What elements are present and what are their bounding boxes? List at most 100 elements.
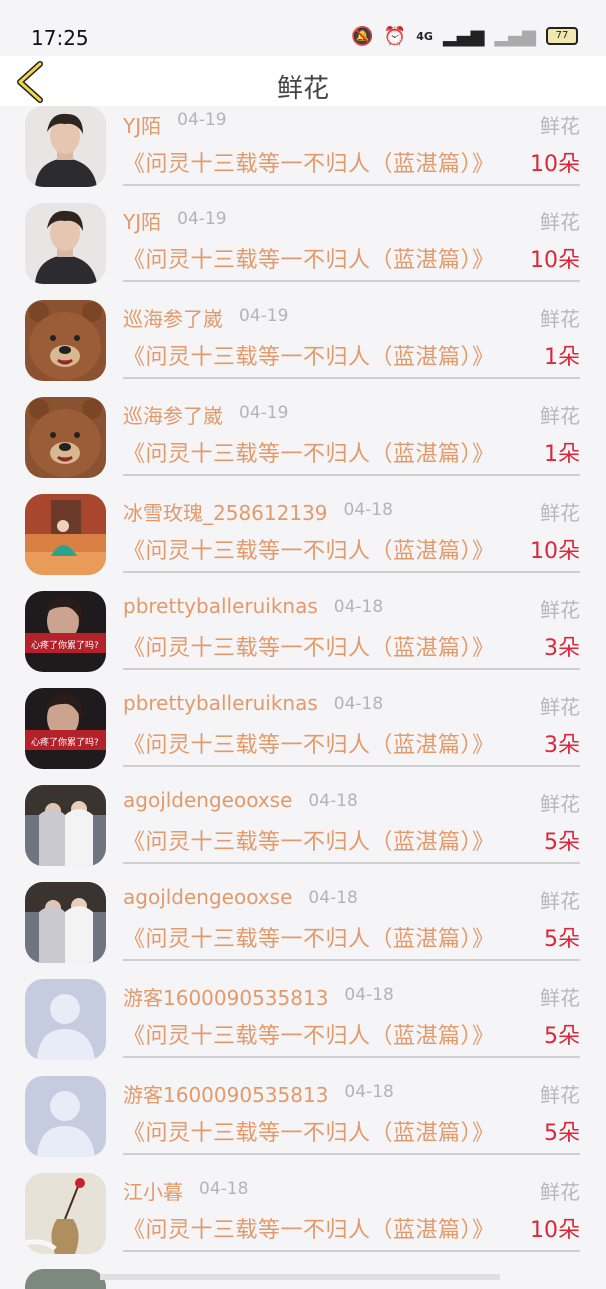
- list-item[interactable]: agojldengeooxse 04-18 鲜花 《问灵十三载等一不归人（蓝湛篇）》 5…: [0, 775, 606, 872]
- divider: [123, 959, 580, 961]
- gift-type: 鲜花: [540, 404, 580, 428]
- book-title[interactable]: 《问灵十三载等一不归人（蓝湛篇）》: [123, 1212, 495, 1244]
- avatar[interactable]: [25, 300, 106, 381]
- gift-date: 04-18: [344, 985, 394, 1005]
- gift-date: 04-18: [343, 500, 393, 520]
- avatar[interactable]: 心疼了你累了吗?: [25, 688, 106, 769]
- book-title[interactable]: 《问灵十三载等一不归人（蓝湛篇）》: [123, 824, 495, 856]
- list-item[interactable]: 江小暮 04-18 鲜花《问灵十三载等一不归人（蓝湛篇）》 10朵: [0, 1163, 606, 1260]
- divider: [123, 280, 580, 282]
- network-label: 4G: [416, 30, 433, 43]
- user-name[interactable]: 巡海参了崴: [123, 400, 223, 429]
- user-name[interactable]: 巡海参了崴: [123, 303, 223, 332]
- book-title[interactable]: 《问灵十三载等一不归人（蓝湛篇）》: [123, 921, 495, 953]
- user-name[interactable]: 冰雪玫瑰_258612139: [123, 497, 328, 526]
- avatar[interactable]: [25, 1076, 106, 1157]
- list-item[interactable]: agojldengeooxse 04-18 鲜花《问灵十三载等一不归人（蓝湛篇）》 5…: [0, 872, 606, 969]
- user-name[interactable]: YJ陌: [123, 206, 161, 235]
- user-name[interactable]: agojldengeooxse: [123, 788, 292, 812]
- book-title[interactable]: 《问灵十三载等一不归人（蓝湛篇）》: [123, 1115, 495, 1147]
- user-name[interactable]: 江小暮: [123, 1176, 183, 1205]
- gift-date: 04-18: [333, 694, 384, 714]
- flower-count: 5朵: [544, 927, 580, 952]
- book-title[interactable]: 《问灵十三载等一不归人（蓝湛篇）》: [123, 436, 495, 468]
- divider: [123, 184, 580, 186]
- page-title: 鲜花: [276, 74, 329, 104]
- divider: [123, 668, 580, 670]
- gift-date: 04-18: [199, 1179, 249, 1199]
- gift-type: 鲜花: [540, 307, 580, 331]
- avatar[interactable]: [25, 494, 106, 575]
- alarm-icon: ⏰: [383, 26, 407, 47]
- book-title[interactable]: 《问灵十三载等一不归人（蓝湛篇）》: [123, 533, 495, 565]
- list-item[interactable]: 心疼了你累了吗? pbrettyballeruiknas 04-18 鲜花《问灵十三载…: [0, 678, 606, 775]
- signal-weak-icon: ▂▄▆: [494, 26, 536, 47]
- user-name[interactable]: agojldengeooxse: [123, 885, 292, 909]
- gift-date: 04-19: [239, 306, 289, 326]
- flower-count: 5朵: [544, 1024, 580, 1049]
- book-title[interactable]: 《问灵十三载等一不归人（蓝湛篇）》: [123, 1018, 495, 1050]
- flower-count: 1朵: [544, 442, 580, 467]
- divider: [123, 765, 580, 767]
- avatar[interactable]: [25, 1173, 106, 1254]
- book-title[interactable]: 《问灵十三载等一不归人（蓝湛篇）》: [123, 242, 495, 274]
- flower-count: 5朵: [544, 830, 580, 855]
- divider: [123, 571, 580, 573]
- battery-icon: 77: [546, 26, 578, 45]
- user-name[interactable]: YJ陌: [123, 110, 161, 139]
- gift-type: 鲜花: [540, 695, 580, 719]
- gift-type: 鲜花: [540, 986, 580, 1010]
- avatar[interactable]: [25, 785, 106, 866]
- list-item[interactable]: YJ陌 04-19 鲜花 《问灵十三载等一不归人（蓝湛篇）》 10朵: [0, 106, 606, 193]
- user-name[interactable]: 游客1600090535813: [123, 982, 328, 1011]
- user-name[interactable]: 游客1600090535813: [123, 1079, 328, 1108]
- gift-type: 鲜花: [540, 1083, 580, 1107]
- list-item-avatar-partial: [25, 1269, 106, 1289]
- flower-count: 1朵: [544, 345, 580, 370]
- gift-date: 04-19: [177, 209, 227, 229]
- mute-bell-icon: 🔕: [351, 26, 374, 47]
- avatar[interactable]: [25, 882, 106, 963]
- flower-count: 10朵: [530, 539, 580, 564]
- divider: [123, 1153, 580, 1155]
- gift-date: 04-18: [344, 1082, 394, 1102]
- flower-count: 10朵: [530, 1218, 580, 1243]
- gift-type: 鲜花: [540, 889, 580, 913]
- svg-text:心疼了你累了吗?: 心疼了你累了吗?: [31, 736, 99, 748]
- gift-date: 04-18: [308, 888, 358, 908]
- status-time: 17:25: [31, 26, 89, 50]
- flower-list[interactable]: YJ陌 04-19 鲜花 《问灵十三载等一不归人（蓝湛篇）》 10朵 YJ陌 04-19 鲜花…: [0, 106, 606, 1280]
- list-item[interactable]: YJ陌 04-19 鲜花《问灵十三载等一不归人（蓝湛篇）》 10朵: [0, 193, 606, 290]
- avatar[interactable]: [25, 106, 106, 187]
- book-title[interactable]: 《问灵十三载等一不归人（蓝湛篇）》: [123, 727, 495, 759]
- user-name[interactable]: pbrettyballeruiknas: [123, 594, 318, 618]
- list-item[interactable]: 游客1600090535813 04-18 鲜花《问灵十三载等一不归人（蓝湛篇）》 5…: [0, 969, 606, 1066]
- gift-type: 鲜花: [540, 501, 580, 525]
- avatar[interactable]: [25, 397, 106, 478]
- list-item[interactable]: 冰雪玫瑰_258612139 04-18 鲜花《问灵十三载等一不归人（蓝湛篇）》 10…: [0, 484, 606, 581]
- book-title[interactable]: 《问灵十三载等一不归人（蓝湛篇）》: [123, 146, 495, 178]
- gift-date: 04-19: [239, 403, 289, 423]
- flower-count: 10朵: [530, 248, 580, 273]
- avatar[interactable]: 心疼了你累了吗?: [25, 591, 106, 672]
- gift-type: 鲜花: [540, 598, 580, 622]
- flower-count: 10朵: [530, 152, 580, 177]
- list-item[interactable]: 游客1600090535813 04-18 鲜花 《问灵十三载等一不归人（蓝湛篇）》 5…: [0, 1066, 606, 1163]
- list-item[interactable]: 巡海参了崴 04-19 鲜花《问灵十三载等一不归人（蓝湛篇）》 1朵: [0, 387, 606, 484]
- book-title[interactable]: 《问灵十三载等一不归人（蓝湛篇）》: [123, 630, 495, 662]
- book-title[interactable]: 《问灵十三载等一不归人（蓝湛篇）》: [123, 339, 495, 371]
- status-bar: 17:25 🔕 ⏰ 4G ▂▄▆ ▂▄▆ 77: [0, 0, 606, 56]
- user-name[interactable]: pbrettyballeruiknas: [123, 691, 318, 715]
- gift-type: 鲜花: [540, 210, 580, 234]
- gift-date: 04-18: [308, 791, 358, 811]
- status-icons: 🔕 ⏰ 4G ▂▄▆ ▂▄▆ 77: [351, 26, 578, 47]
- list-item[interactable]: 巡海参了崴 04-19 鲜花《问灵十三载等一不归人（蓝湛篇）》 1朵: [0, 290, 606, 387]
- divider: [123, 1250, 580, 1252]
- flower-count: 3朵: [544, 636, 580, 661]
- gift-type: 鲜花: [540, 114, 580, 138]
- list-item[interactable]: 心疼了你累了吗? pbrettyballeruiknas 04-18 鲜花 《问灵十三载…: [0, 581, 606, 678]
- avatar[interactable]: [25, 203, 106, 284]
- nav-bar: 鲜花: [0, 56, 606, 106]
- gift-type: 鲜花: [540, 1180, 580, 1204]
- avatar[interactable]: [25, 979, 106, 1060]
